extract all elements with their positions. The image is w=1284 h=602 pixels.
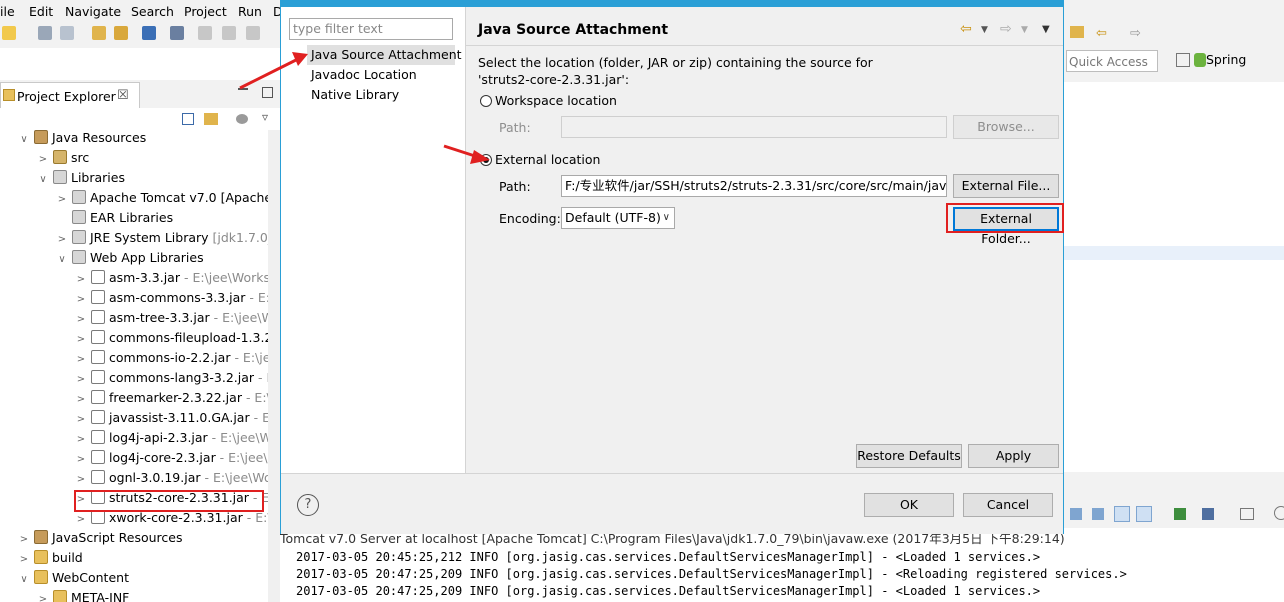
annotation-arrow-radio bbox=[443, 144, 490, 164]
annotation-arrow-nav bbox=[239, 52, 308, 90]
annotation-arrows bbox=[239, 52, 490, 164]
